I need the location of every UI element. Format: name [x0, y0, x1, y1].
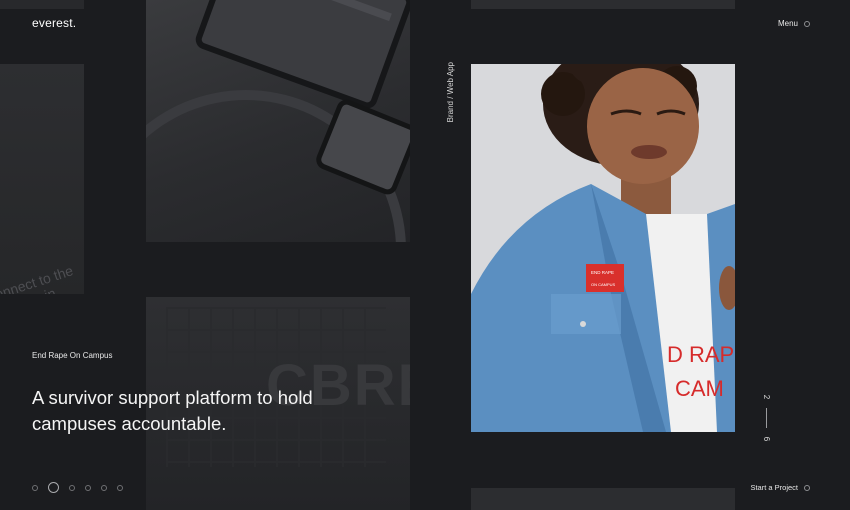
start-project-label: Start a Project	[750, 483, 798, 492]
project-headline: A survivor support platform to hold camp…	[32, 387, 313, 434]
shirt-text-1: D RAP	[667, 342, 734, 367]
pagination-dot-4[interactable]	[85, 484, 91, 491]
pagination-dot-2[interactable]	[48, 482, 59, 493]
page: onnect to the Mountain CBRE	[0, 0, 850, 510]
hero-image[interactable]: END RAPE ON CAMPUS D RAP CAM	[471, 64, 735, 432]
menu-label: Menu	[777, 19, 798, 28]
start-project-button[interactable]: Start a Project	[750, 483, 810, 492]
menu-circle-icon	[804, 20, 810, 27]
pagination-dot-1[interactable]	[32, 484, 38, 491]
counter-divider	[765, 408, 767, 428]
slide-pagination	[32, 482, 123, 493]
image-tile-devices[interactable]	[146, 0, 410, 242]
image-tile-top-left	[0, 0, 84, 9]
cta-circle-icon	[804, 484, 810, 491]
badge-text-1: END RAPE	[591, 270, 614, 275]
image-tile-bottom-right	[471, 488, 735, 510]
menu-button[interactable]: Menu	[778, 19, 810, 28]
hero-illustration: END RAPE ON CAMPUS D RAP CAM	[471, 64, 735, 432]
slide-total: 6	[761, 436, 771, 442]
logo[interactable]: everest.	[32, 16, 76, 30]
pagination-dot-3[interactable]	[69, 484, 75, 491]
image-tile-top-right	[471, 0, 735, 9]
shirt-text-2: CAM	[675, 376, 724, 401]
tile-faint-text: onnect to the Mountain	[0, 262, 75, 294]
project-category: Brand / Web App	[446, 62, 455, 123]
badge-text-2: ON CAMPUS	[591, 282, 616, 287]
slide-current: 2	[761, 394, 771, 400]
image-tile-left: onnect to the Mountain	[0, 64, 84, 294]
project-name: End Rape On Campus	[32, 351, 113, 360]
slide-counter: 2 6	[760, 392, 772, 444]
pagination-dot-5[interactable]	[101, 484, 107, 491]
pagination-dot-6[interactable]	[117, 484, 123, 491]
